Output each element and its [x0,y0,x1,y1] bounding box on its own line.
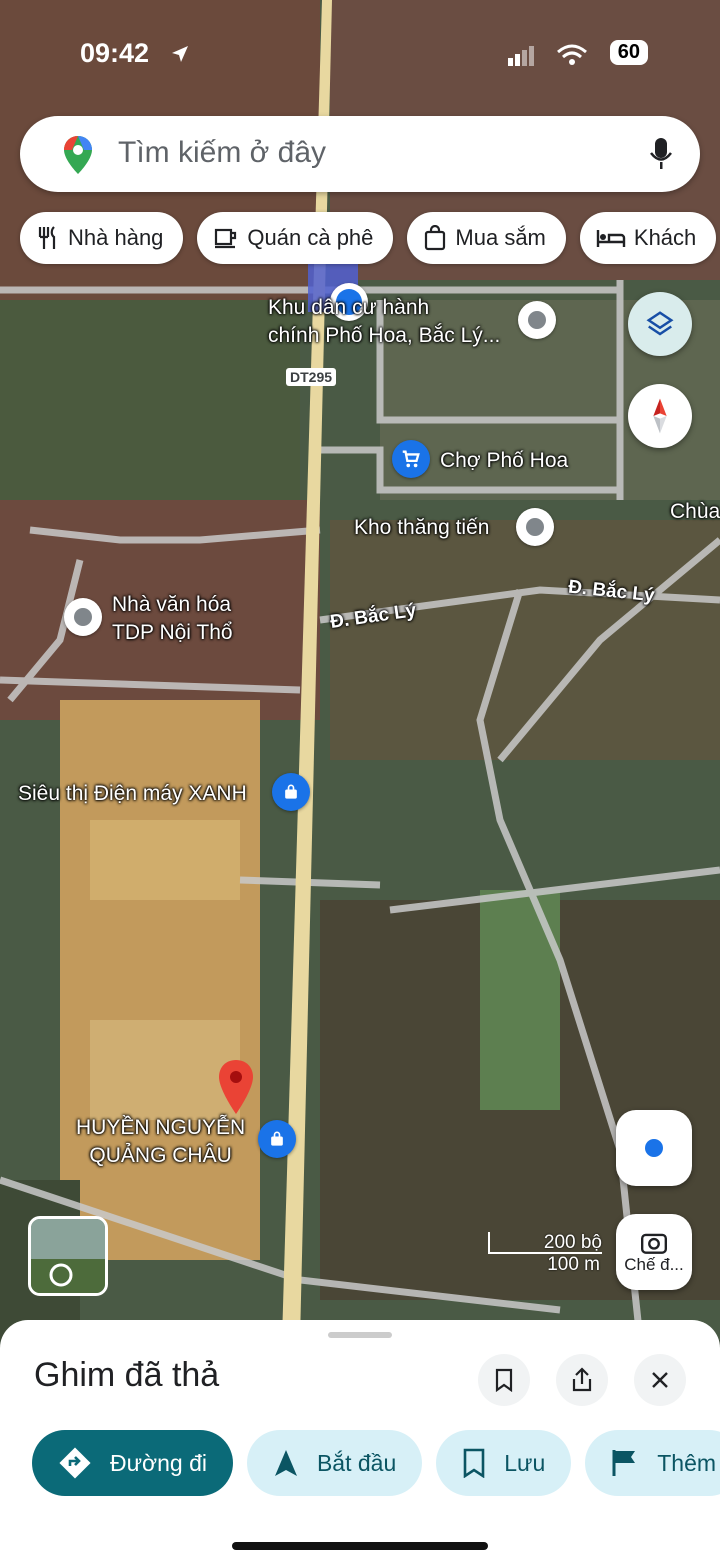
street-view-thumbnail[interactable] [28,1216,108,1296]
share-button[interactable] [556,1354,608,1406]
place-pin-icon[interactable] [518,301,556,339]
layers-button[interactable] [628,292,692,356]
microphone-icon[interactable] [648,136,674,172]
action-buttons: Đường đi Bắt đầu Lưu Thêm [32,1430,720,1496]
my-location-icon [645,1139,663,1157]
bookmark-icon [495,1368,513,1392]
lens-mode-label: Chế đ... [624,1255,684,1274]
chip-hotels[interactable]: Khách [579,212,717,264]
search-input[interactable]: Tìm kiếm ở đây [118,136,326,170]
place-label-sieu-thi[interactable]: Siêu thị Điện máy XANH [18,780,247,808]
place-label-chua[interactable]: Chùa [670,498,720,526]
close-icon [652,1372,668,1388]
chip-shopping[interactable]: Mua sắm [407,212,566,264]
save-bookmark-button[interactable] [478,1354,530,1406]
battery-indicator: 60 [609,40,648,65]
signal-icon [508,46,534,66]
save-label: Lưu [504,1449,546,1476]
coffee-cup-icon [215,228,237,249]
chip-coffee[interactable]: Quán cà phê [197,212,394,264]
place-label-cho[interactable]: Chợ Phố Hoa [440,447,568,475]
camera-lens-icon [641,1233,667,1254]
place-pin-icon[interactable] [64,598,102,636]
directions-icon [59,1447,91,1479]
chip-label: Quán cà phê [247,225,374,250]
road-badge: DT295 [286,368,337,386]
shopping-cart-icon[interactable] [392,440,430,478]
place-label-nha-van-hoa: Nhà văn hóa TDP Nội Thổ [112,593,233,644]
flag-icon [612,1450,636,1476]
home-indicator[interactable] [232,1542,488,1550]
share-icon [572,1367,592,1392]
map-scale: 200 bộ 100 m [488,1232,602,1276]
place-label-huyen: HUYỀN NGUYỄN QUẢNG CHÂU [76,1116,246,1167]
place-label-kho[interactable]: Kho thăng tiến [354,514,489,542]
scale-imperial: 200 bộ [488,1232,602,1254]
shopping-bag-icon [425,225,446,251]
place-pin-icon[interactable] [516,508,554,546]
wifi-icon [557,44,587,65]
save-button[interactable]: Lưu [436,1430,572,1496]
place-bottom-sheet[interactable]: Ghim đã thả Đường đi Bắt đầu Lưu Thêm [0,1320,720,1564]
directions-button[interactable]: Đường đi [32,1430,233,1496]
place-label-khu-dan-cu[interactable]: Khu dân cư hành chính Phố Hoa, Bắc Lý... [268,294,500,350]
category-chips: Nhà hàng Quán cà phê Mua sắm Khách [20,212,717,264]
chip-label: Khách [633,225,697,250]
navigation-arrow-icon [274,1450,297,1476]
maps-logo-icon [64,136,92,174]
chip-restaurants[interactable]: Nhà hàng [20,212,184,264]
sheet-drag-handle[interactable] [328,1332,392,1338]
map-view[interactable]: DT295 Khu dân cư hành chính Phố Hoa, Bắc… [0,0,720,1340]
bookmark-icon [463,1448,485,1478]
scale-metric: 100 m [547,1254,600,1275]
layers-icon [646,311,674,336]
directions-label: Đường đi [110,1449,207,1476]
my-location-button[interactable] [616,1110,692,1186]
compass-icon [653,398,667,434]
add-button[interactable]: Thêm [585,1430,720,1496]
chip-label: Mua sắm [455,225,546,250]
store-bag-icon[interactable] [272,773,310,811]
search-bar[interactable]: Tìm kiếm ở đây [20,116,700,192]
status-time: 09:42 [80,38,150,68]
status-bar: 09:42 60 [0,32,720,76]
fork-knife-icon [38,226,56,249]
lens-mode-button[interactable]: Chế đ... [616,1214,692,1290]
bed-icon [596,230,626,247]
close-button[interactable] [634,1354,686,1406]
chip-label: Nhà hàng [68,225,164,250]
location-arrow-icon [172,46,188,62]
start-button[interactable]: Bắt đầu [246,1430,423,1496]
store-bag-icon[interactable] [258,1120,296,1158]
compass-button[interactable] [628,384,692,448]
sheet-title: Ghim đã thả [34,1356,220,1394]
add-label: Thêm [657,1449,717,1476]
start-label: Bắt đầu [316,1449,397,1476]
dropped-pin-icon[interactable] [216,1058,256,1121]
